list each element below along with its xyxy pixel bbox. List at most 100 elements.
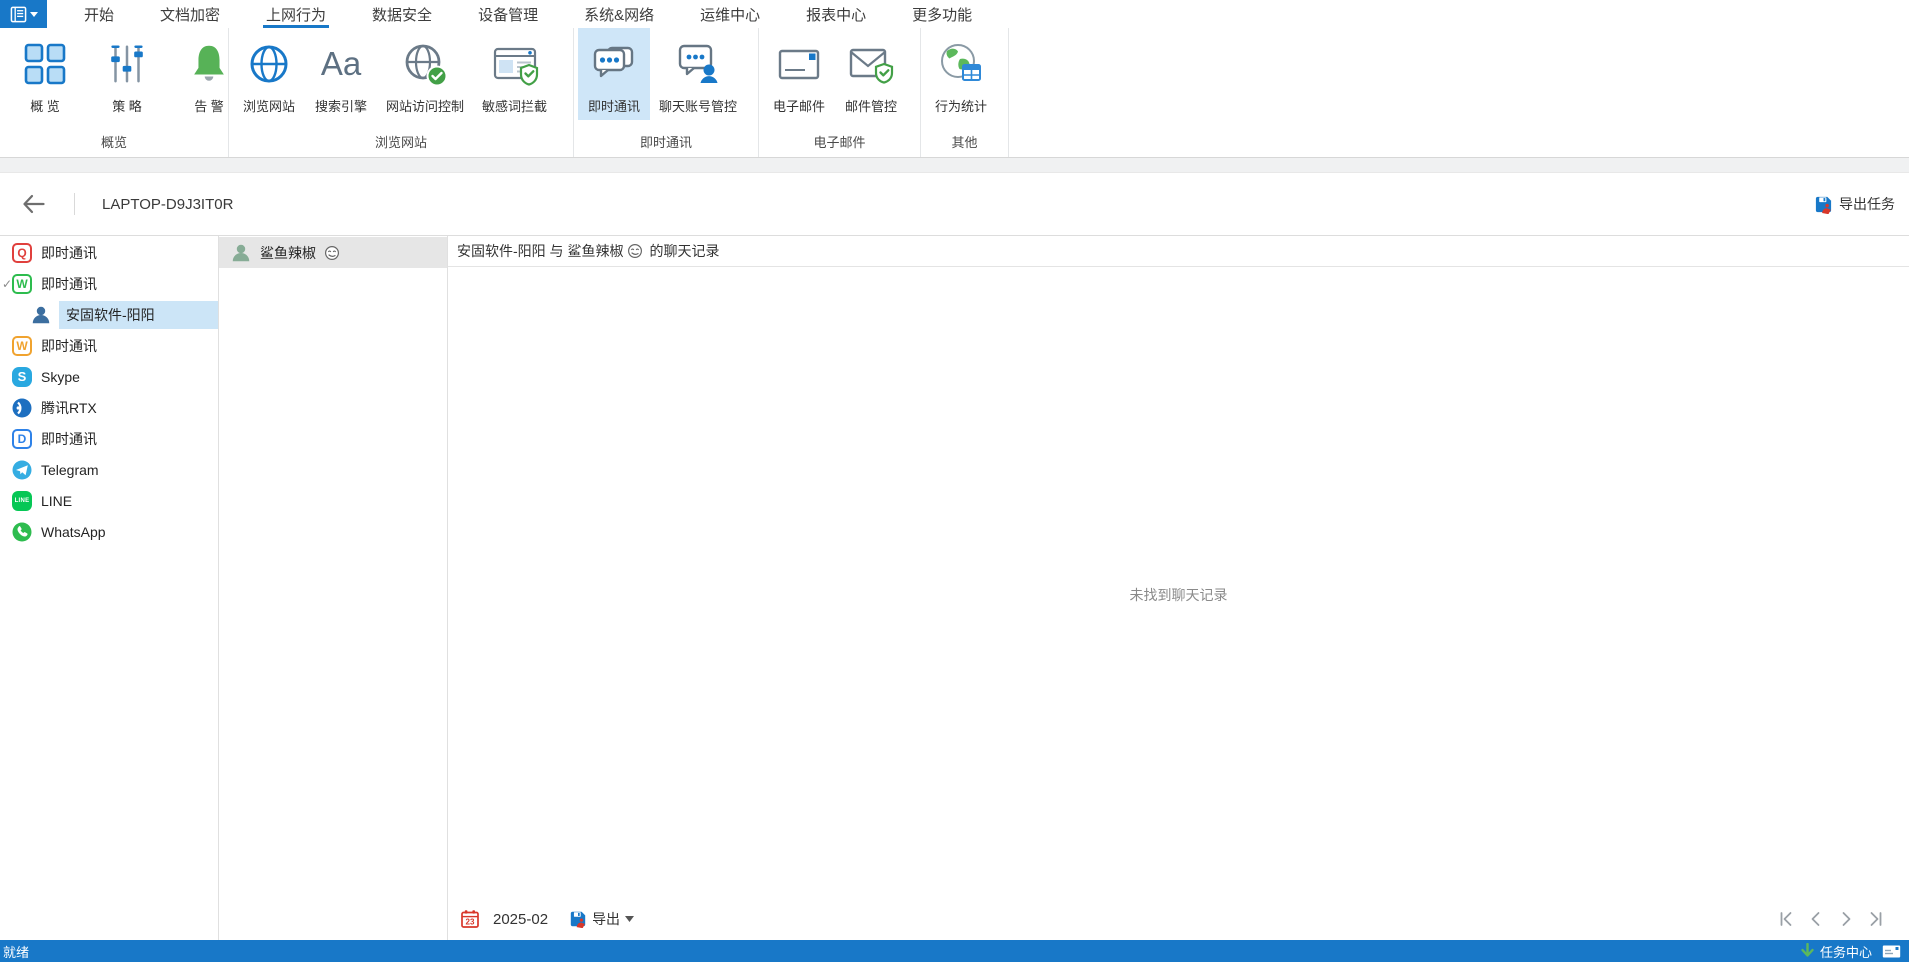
skype-icon: S <box>12 366 32 387</box>
ribbon-group-browse-web: 浏览网站 Aa 搜索引擎 网站访问控制 敏感词拦截 浏览网站 <box>229 28 574 157</box>
smirk-emoji-icon <box>324 245 340 261</box>
alert-bell-icon <box>182 35 236 93</box>
smirk-emoji-icon <box>627 243 643 259</box>
im-app-sidebar: Q 即时通讯 ✓ W 即时通讯 安固软件-阳阳 W 即时通讯 S Skype 腾… <box>0 236 219 940</box>
tab-label: 文档加密 <box>160 6 221 24</box>
sidebar-item-telegram[interactable]: Telegram <box>0 454 218 485</box>
sidebar-item-wechat[interactable]: ✓ W 即时通讯 <box>0 268 218 299</box>
ribbon-group-email: 电子邮件 邮件管控 电子邮件 <box>759 28 921 157</box>
tab-label: 开始 <box>84 6 115 24</box>
export-disk-icon <box>1814 195 1833 214</box>
ribbon-button-label: 浏览网站 <box>242 99 295 114</box>
sidebar-item-label: WhatsApp <box>41 523 106 540</box>
ribbon-group-overview: 概 览 策 略 告 警 概览 <box>0 28 229 157</box>
chevron-down-icon <box>625 916 635 922</box>
ribbon-bottom-strip <box>0 158 1909 173</box>
email-icon <box>772 35 826 93</box>
sidebar-item-label: Skype <box>41 368 80 385</box>
behavior-stats-button[interactable]: 行为统计 <box>925 28 997 120</box>
wecom-icon: W <box>12 335 32 356</box>
ribbon-button-label: 网站访问控制 <box>386 99 465 114</box>
overview-button[interactable]: 概 览 <box>4 28 86 120</box>
tab-ops-center[interactable]: 运维中心 <box>677 0 783 28</box>
user-icon <box>30 304 52 326</box>
tab-data-security[interactable]: 数据安全 <box>349 0 455 28</box>
empty-state-message: 未找到聊天记录 <box>1129 587 1228 603</box>
ribbon-button-label: 邮件管控 <box>844 99 897 114</box>
task-center-button[interactable]: 任务中心 <box>1800 942 1872 961</box>
export-label: 导出 <box>592 911 621 927</box>
ribbon-button-label: 行为统计 <box>934 99 987 114</box>
chat-account-control-icon <box>671 35 725 93</box>
sidebar-item-skype[interactable]: S Skype <box>0 361 218 392</box>
mail-control-button[interactable]: 邮件管控 <box>835 28 907 120</box>
status-bar: 就绪 任务中心 <box>0 940 1909 962</box>
ribbon-button-label: 告 警 <box>194 99 224 114</box>
overview-grid-icon <box>18 35 72 93</box>
chevron-down-icon <box>29 11 38 17</box>
sidebar-item-account-selected[interactable]: 安固软件-阳阳 <box>0 299 218 330</box>
prev-page-icon[interactable] <box>1807 910 1825 928</box>
sidebar-item-qq[interactable]: Q 即时通讯 <box>0 237 218 268</box>
im-chat-button[interactable]: 即时通讯 <box>578 28 650 120</box>
sensitive-word-block-icon <box>488 35 542 93</box>
svg-text:23: 23 <box>466 918 475 927</box>
ribbon-group-im: 即时通讯 聊天账号管控 即时通讯 <box>574 28 759 157</box>
ribbon-button-label: 搜索引擎 <box>314 99 367 114</box>
qq-icon: Q <box>12 242 32 263</box>
tab-doc-encryption[interactable]: 文档加密 <box>137 0 243 28</box>
tab-device-management[interactable]: 设备管理 <box>455 0 561 28</box>
back-button[interactable] <box>20 191 47 217</box>
sidebar-item-wecom[interactable]: W 即时通讯 <box>0 330 218 361</box>
tab-internet-behavior[interactable]: 上网行为 <box>243 0 349 28</box>
page-header: LAPTOP-D9J3IT0R 导出任务 <box>0 173 1909 236</box>
tab-start[interactable]: 开始 <box>61 0 137 28</box>
email-button[interactable]: 电子邮件 <box>763 28 835 120</box>
app-menu-button[interactable] <box>0 0 47 28</box>
sidebar-item-line[interactable]: LINE LINE <box>0 485 218 516</box>
message-notification-icon[interactable] <box>1882 944 1901 959</box>
ribbon-group-label: 其他 <box>951 135 978 150</box>
site-access-control-button[interactable]: 网站访问控制 <box>377 28 473 120</box>
ribbon-button-label: 聊天账号管控 <box>659 99 738 114</box>
tab-report-center[interactable]: 报表中心 <box>783 0 889 28</box>
browse-globe-icon <box>242 35 296 93</box>
next-page-icon[interactable] <box>1837 910 1855 928</box>
browse-website-button[interactable]: 浏览网站 <box>233 28 305 120</box>
calendar-button[interactable]: 23 <box>460 909 480 929</box>
task-center-label: 任务中心 <box>1819 944 1872 960</box>
sensitive-word-block-button[interactable]: 敏感词拦截 <box>473 28 556 120</box>
chat-title-suffix: 的聊天记录 <box>649 243 720 259</box>
sidebar-item-whatsapp[interactable]: WhatsApp <box>0 516 218 547</box>
contact-list: 鲨鱼辣椒 <box>219 236 448 940</box>
tab-label: 运维中心 <box>700 6 761 24</box>
search-engine-button[interactable]: Aa 搜索引擎 <box>305 28 377 120</box>
dingtalk-icon: D <box>12 428 32 449</box>
tab-system-network[interactable]: 系统&网络 <box>561 0 677 28</box>
sidebar-item-dingtalk[interactable]: D 即时通讯 <box>0 423 218 454</box>
contact-name: 鲨鱼辣椒 <box>260 244 316 261</box>
last-page-icon[interactable] <box>1867 910 1885 928</box>
back-arrow-icon <box>20 191 47 217</box>
policy-button[interactable]: 策 略 <box>86 28 168 120</box>
export-task-button[interactable]: 导出任务 <box>1814 194 1895 214</box>
download-arrow-icon <box>1800 943 1815 959</box>
month-picker[interactable]: 2025-02 <box>493 911 548 928</box>
first-page-icon[interactable] <box>1777 910 1795 928</box>
sidebar-item-label: 安固软件-阳阳 <box>59 300 218 329</box>
export-button[interactable]: 导出 <box>569 909 635 929</box>
chat-pane: 安固软件-阳阳 与 鲨鱼辣椒 的聊天记录 未找到聊天记录 23 2025-02 … <box>448 236 1909 940</box>
ribbon-group-label: 概览 <box>100 135 127 150</box>
ribbon-button-label: 电子邮件 <box>772 99 825 114</box>
ribbon-group-label: 即时通讯 <box>639 135 692 150</box>
sidebar-item-tencent-rtx[interactable]: 腾讯RTX <box>0 392 218 423</box>
mail-control-icon <box>844 35 898 93</box>
chat-account-control-button[interactable]: 聊天账号管控 <box>650 28 746 120</box>
tab-label: 上网行为 <box>266 6 327 24</box>
contact-row-selected[interactable]: 鲨鱼辣椒 <box>219 237 447 268</box>
tab-more-features[interactable]: 更多功能 <box>889 0 995 28</box>
sidebar-item-label: Telegram <box>41 461 99 478</box>
expanded-mark-icon[interactable]: ✓ <box>2 277 12 291</box>
sidebar-item-label: 即时通讯 <box>41 430 97 447</box>
ribbon-group-other: 行为统计 其他 <box>921 28 1009 157</box>
